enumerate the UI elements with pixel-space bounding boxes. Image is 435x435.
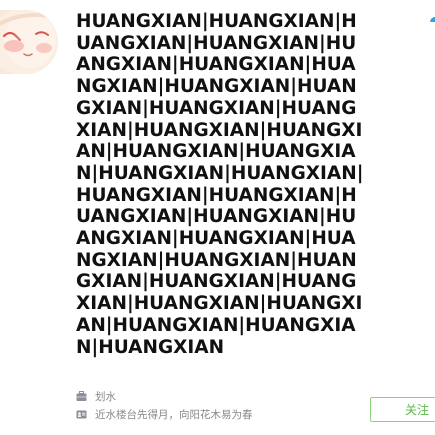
user-name: HUANGXIAN|HUANGXIAN|HUANGXIAN|HUANGXIAN|… [76, 11, 364, 358]
user-profile-card: HUANGXIAN|HUANGXIAN|HUANGXIAN|HUANGXIAN|… [0, 0, 435, 435]
bio-row: 近水楼台先得月，向阳花木易为春 [76, 407, 253, 422]
briefcase-icon [76, 391, 87, 402]
occupation-text: 划水 [95, 391, 116, 403]
avatar[interactable] [0, 10, 58, 74]
occupation-row: 划水 [76, 389, 116, 404]
bio-text: 近水楼台先得月，向阳花木易为春 [95, 409, 253, 421]
corner-badge-icon [425, 12, 435, 22]
id-card-icon [76, 409, 87, 420]
follow-button[interactable]: 关注 [370, 397, 435, 422]
cartoon-face-avatar-icon [0, 10, 58, 74]
